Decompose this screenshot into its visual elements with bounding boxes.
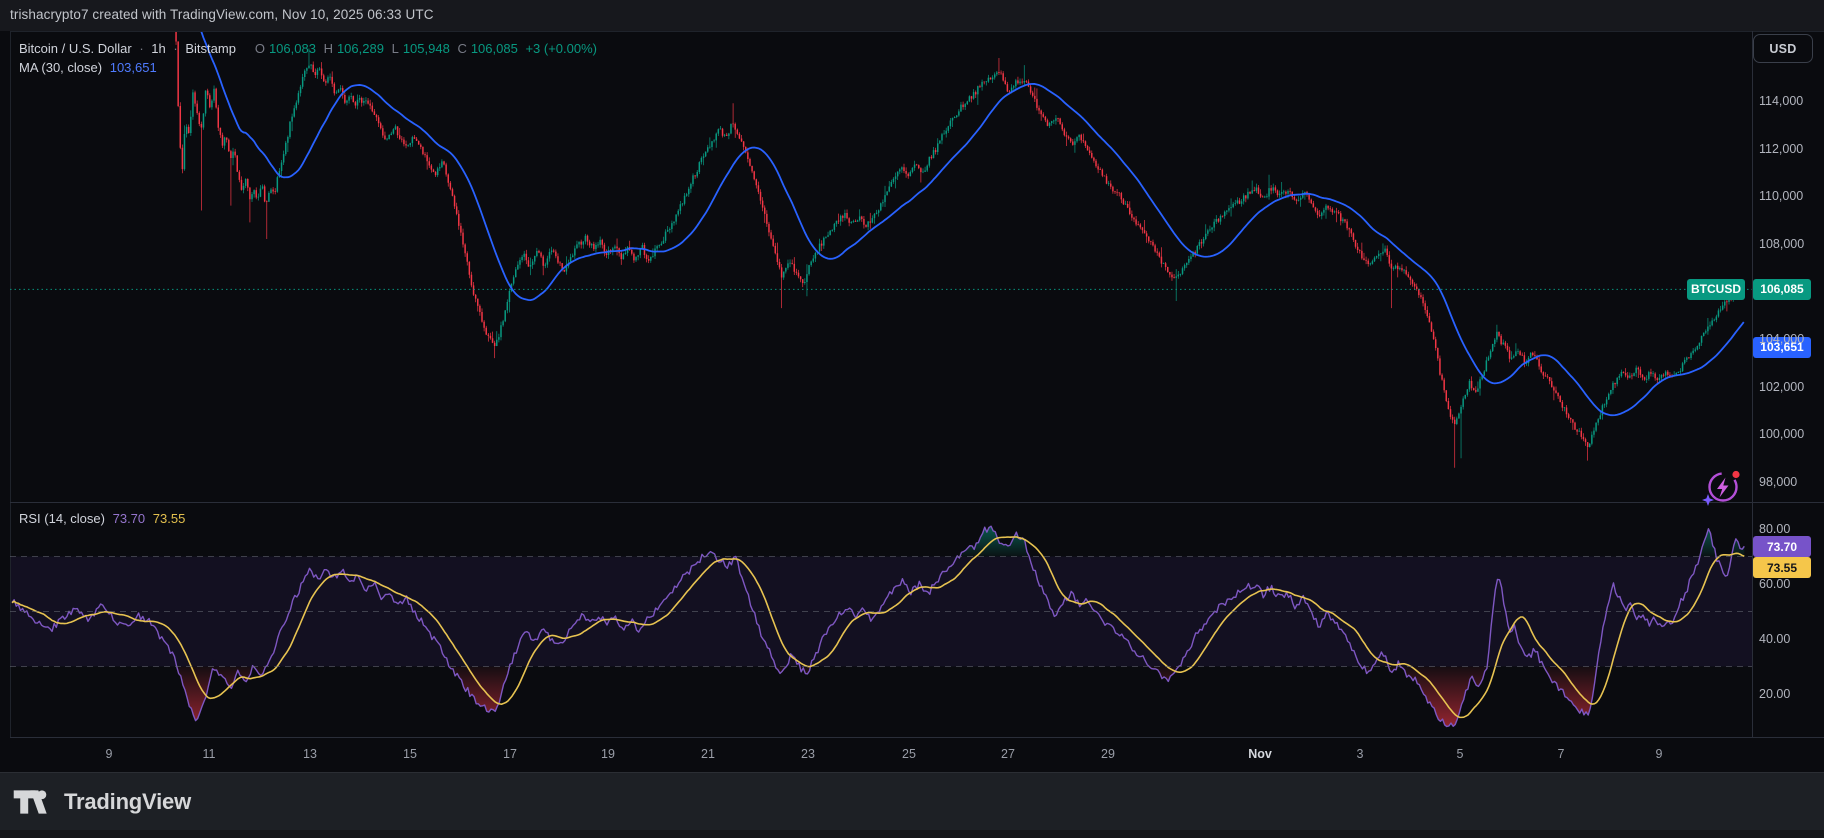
rsi-ma-legend-value: 73.55 — [153, 511, 186, 526]
time-tick-label[interactable]: 17 — [503, 747, 517, 761]
rsi-tick-label: 80.00 — [1759, 522, 1790, 536]
rsi-tick-label: 20.00 — [1759, 687, 1790, 701]
chart-canvas[interactable] — [0, 0, 1824, 772]
ma-legend-label: MA (30, close) — [19, 60, 102, 75]
boost-lightning-icon[interactable] — [1700, 466, 1744, 508]
open-letter: O — [255, 41, 265, 56]
tradingview-snapshot: trishacrypto7 created with TradingView.c… — [0, 0, 1824, 838]
price-tick-label: 100,000 — [1759, 427, 1804, 441]
rsi-value-badge: 73.70 — [1753, 536, 1811, 557]
ma-legend: MA (30, close) 103,651 — [19, 60, 161, 75]
time-tick-label[interactable]: 21 — [701, 747, 715, 761]
high-value: 106,289 — [337, 41, 384, 56]
open-value: 106,083 — [269, 41, 316, 56]
price-tick-label: 98,000 — [1759, 475, 1797, 489]
price-tick-label: 108,000 — [1759, 237, 1804, 251]
rsi-tick-label: 60.00 — [1759, 577, 1790, 591]
time-tick-label[interactable]: 15 — [403, 747, 417, 761]
tradingview-logo-glyph — [13, 789, 55, 815]
last-price-badge: 106,085 — [1753, 279, 1811, 300]
notification-dot — [1732, 471, 1739, 478]
low-value: 105,948 — [403, 41, 450, 56]
symbol-interval: 1h — [151, 41, 165, 56]
symbol-title: Bitcoin / U.S. Dollar — [19, 41, 132, 56]
time-tick-label[interactable]: 3 — [1357, 747, 1364, 761]
time-tick-label[interactable]: 13 — [303, 747, 317, 761]
price-tick-label: 110,000 — [1759, 189, 1803, 203]
tradingview-logo[interactable]: TradingView — [13, 789, 191, 815]
time-tick-label[interactable]: 29 — [1101, 747, 1115, 761]
close-value: 106,085 — [471, 41, 518, 56]
symbol-exchange: Bitstamp — [185, 41, 236, 56]
legend-separator: · — [173, 41, 177, 56]
high-letter: H — [324, 41, 333, 56]
currency-toggle-button[interactable]: USD — [1753, 34, 1813, 63]
symbol-legend: Bitcoin / U.S. Dollar · 1h · Bitstamp O1… — [19, 41, 601, 56]
price-tick-label: 112,000 — [1759, 142, 1803, 156]
lightning-bolt-icon — [1717, 478, 1729, 498]
time-tick-label[interactable]: 27 — [1001, 747, 1015, 761]
time-tick-label[interactable]: 25 — [902, 747, 916, 761]
low-letter: L — [392, 41, 399, 56]
close-letter: C — [457, 41, 466, 56]
change-value: +3 (+0.00%) — [525, 41, 597, 56]
symbol-price-label-badge: BTCUSD — [1687, 279, 1745, 300]
price-tick-label: 102,000 — [1759, 380, 1804, 394]
rsi-legend-value: 73.70 — [113, 511, 146, 526]
time-tick-label[interactable]: 5 — [1457, 747, 1464, 761]
ma-legend-value: 103,651 — [110, 60, 157, 75]
legend-separator: · — [139, 41, 143, 56]
rsi-legend-label: RSI (14, close) — [19, 511, 105, 526]
time-tick-label[interactable]: 9 — [1656, 747, 1663, 761]
time-tick-label[interactable]: 9 — [106, 747, 113, 761]
time-tick-label[interactable]: 23 — [801, 747, 815, 761]
price-tick-label: 104,000 — [1759, 332, 1804, 346]
price-tick-label: 114,000 — [1759, 94, 1803, 108]
time-tick-label[interactable]: Nov — [1248, 747, 1272, 761]
rsi-ma-value-badge: 73.55 — [1753, 557, 1811, 578]
footer-bar — [0, 772, 1824, 838]
tradingview-logo-text: TradingView — [64, 789, 191, 815]
time-tick-label[interactable]: 19 — [601, 747, 615, 761]
footer-bottom-strip — [0, 830, 1824, 838]
time-tick-label[interactable]: 7 — [1558, 747, 1565, 761]
rsi-tick-label: 40.00 — [1759, 632, 1790, 646]
time-tick-label[interactable]: 11 — [203, 747, 216, 761]
rsi-legend: RSI (14, close) 73.70 73.55 — [19, 511, 189, 526]
